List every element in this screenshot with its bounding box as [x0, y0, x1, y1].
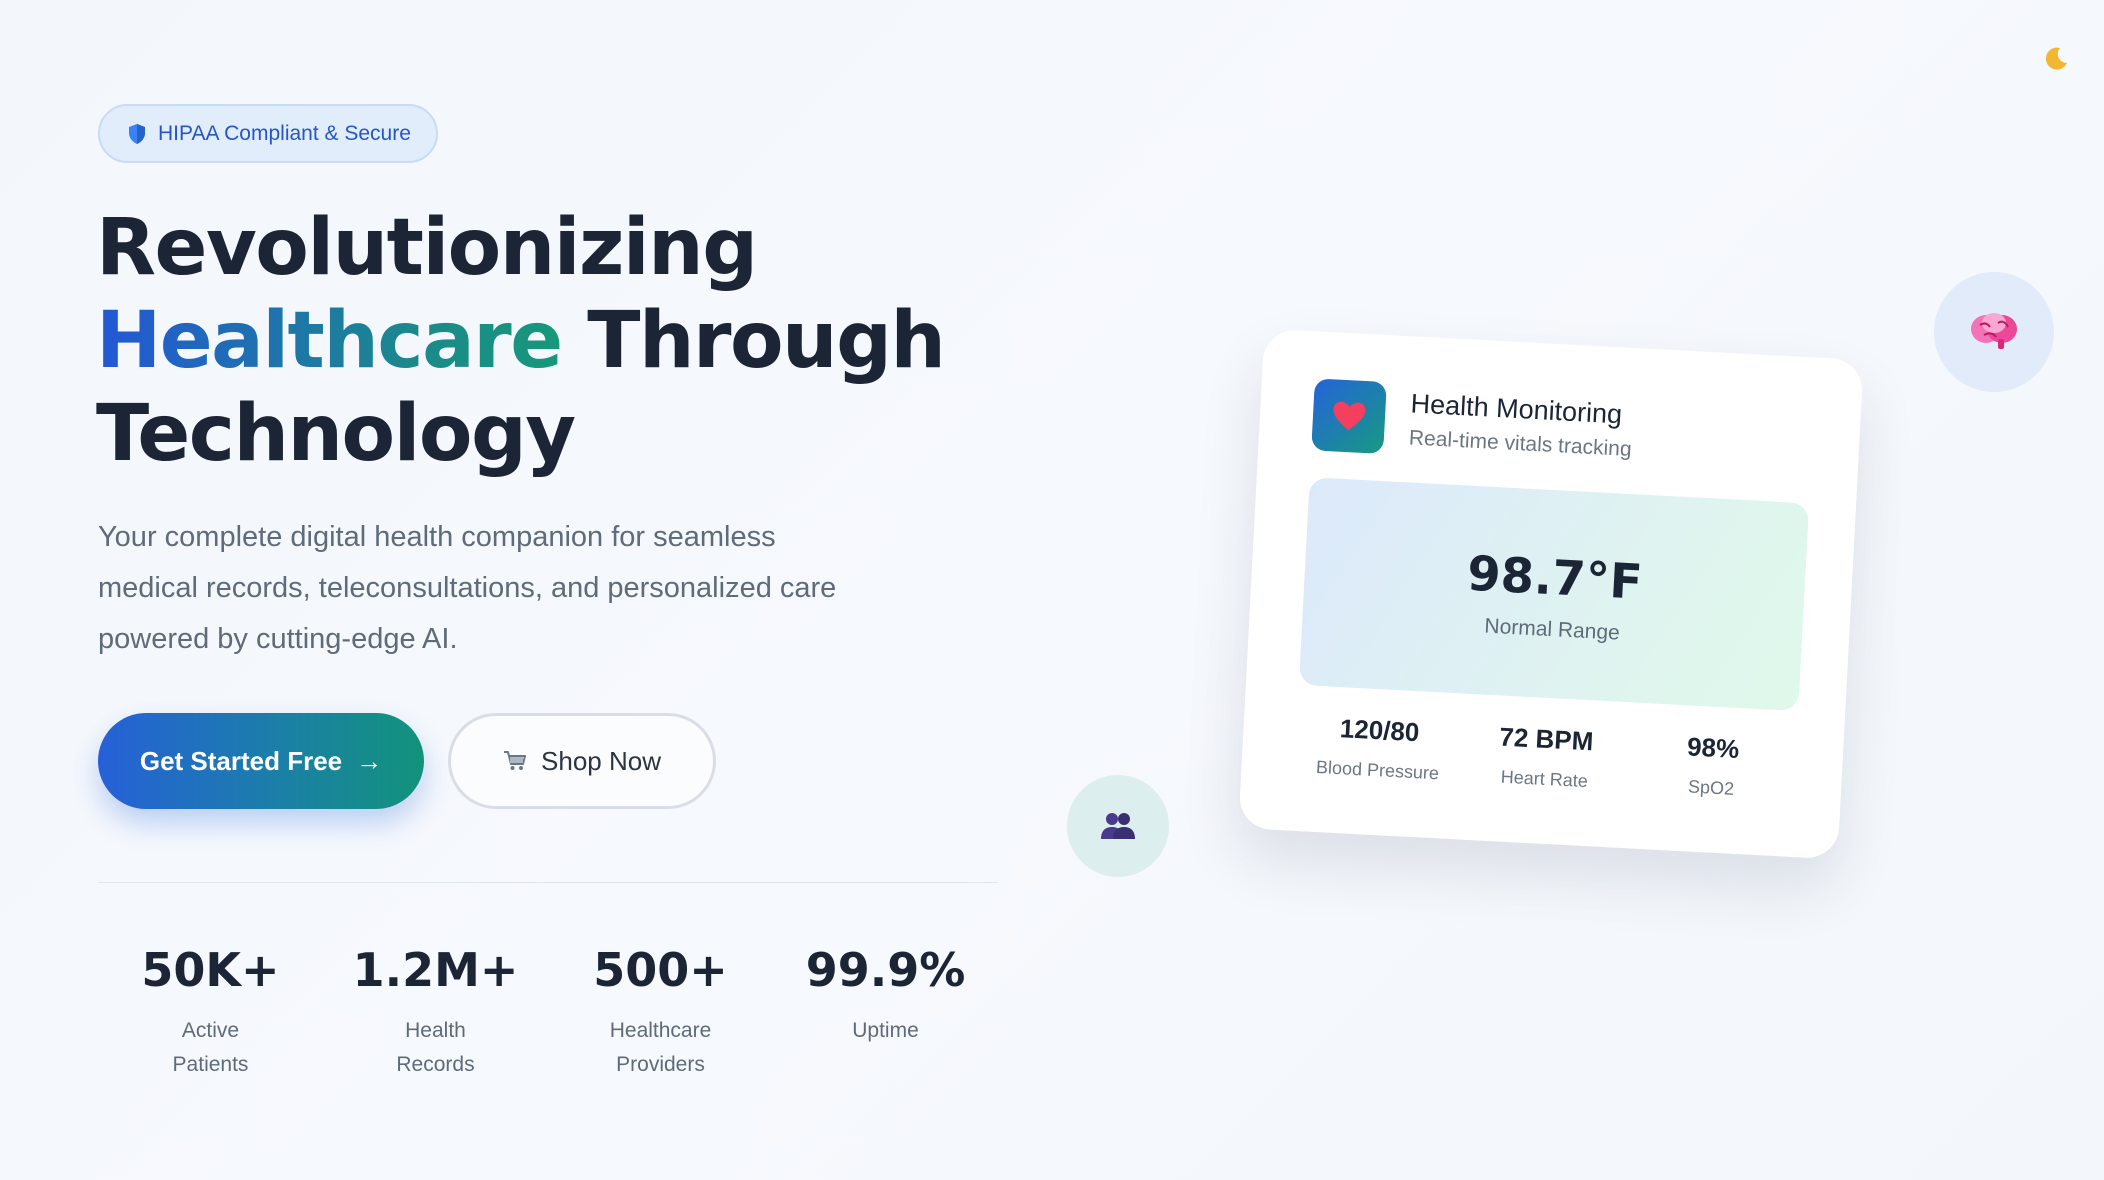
hero-title-line-3: Technology — [96, 389, 576, 479]
card-icon-tile — [1311, 378, 1387, 455]
vital-value: 98% — [1686, 731, 1740, 765]
stat-label: Uptime — [852, 1019, 919, 1042]
stat-value: 50K+ — [141, 943, 280, 997]
hero-title-line-1: Revolutionizing — [96, 203, 758, 293]
shop-now-label: Shop Now — [541, 745, 661, 776]
stat-label: Health Records — [396, 1019, 475, 1076]
shop-now-button[interactable]: Shop Now — [448, 713, 716, 809]
stat-label: Active Patients — [172, 1019, 249, 1076]
vital-label: Blood Pressure — [1315, 756, 1440, 784]
badge-label: HIPAA Compliant & Secure — [158, 121, 411, 145]
health-monitoring-card: Health Monitoring Real-time vitals track… — [1238, 328, 1864, 860]
brain-badge — [1934, 272, 2054, 392]
hero-subtitle: Your complete digital health companion f… — [98, 521, 837, 655]
stats-row: 50K+ Active Patients 1.2M+ Health Record… — [98, 940, 998, 1082]
hero-title-line-2: Healthcare Through — [96, 295, 996, 388]
vitals-row: 120/80 Blood Pressure 72 BPM Heart Rate … — [1294, 711, 1797, 803]
arrow-right-icon: → — [356, 745, 383, 776]
card-title: Health Monitoring — [1409, 388, 1623, 430]
vital-value: 72 BPM — [1498, 721, 1595, 757]
vital-heart-rate: 72 BPM Heart Rate — [1461, 720, 1630, 795]
get-started-label: Get Started Free — [139, 745, 343, 776]
vital-spo2: 98% SpO2 — [1628, 728, 1797, 803]
stat-value: 500+ — [593, 943, 728, 997]
moon-icon — [2045, 47, 2067, 70]
hipaa-badge: HIPAA Compliant & Secure — [98, 104, 438, 163]
stat-item: 50K+ Active Patients — [98, 940, 323, 1082]
people-icon — [1101, 813, 1135, 839]
hero-title-through: Through — [561, 296, 946, 386]
people-badge — [1067, 775, 1169, 877]
stat-item: 1.2M+ Health Records — [323, 940, 548, 1082]
temperature-panel: 98.7°F Normal Range — [1298, 477, 1810, 712]
stats-divider — [98, 882, 998, 883]
vital-label: Heart Rate — [1500, 766, 1589, 792]
heart-icon — [1333, 401, 1366, 431]
get-started-button[interactable]: Get Started Free → — [98, 713, 424, 809]
stat-value: 99.9% — [805, 943, 966, 997]
theme-toggle-button[interactable] — [2036, 38, 2076, 78]
shopping-cart-icon — [504, 751, 527, 770]
hero-title: Revolutionizing Healthcare Through Techn… — [96, 202, 996, 481]
hero-title-accent: Healthcare — [96, 296, 563, 386]
brain-icon — [1971, 313, 2017, 349]
stat-value: 1.2M+ — [352, 943, 519, 997]
vital-blood-pressure: 120/80 Blood Pressure — [1294, 711, 1463, 786]
vital-label: SpO2 — [1687, 776, 1735, 799]
stat-label: Healthcare Providers — [609, 1019, 712, 1076]
stat-item: 500+ Healthcare Providers — [548, 940, 773, 1082]
card-subtitle: Real-time vitals tracking — [1408, 426, 1633, 462]
vital-value: 120/80 — [1339, 713, 1421, 748]
stat-item: 99.9% Uptime — [773, 940, 998, 1082]
shield-icon — [129, 123, 145, 144]
temperature-value: 98.7°F — [1465, 545, 1644, 611]
